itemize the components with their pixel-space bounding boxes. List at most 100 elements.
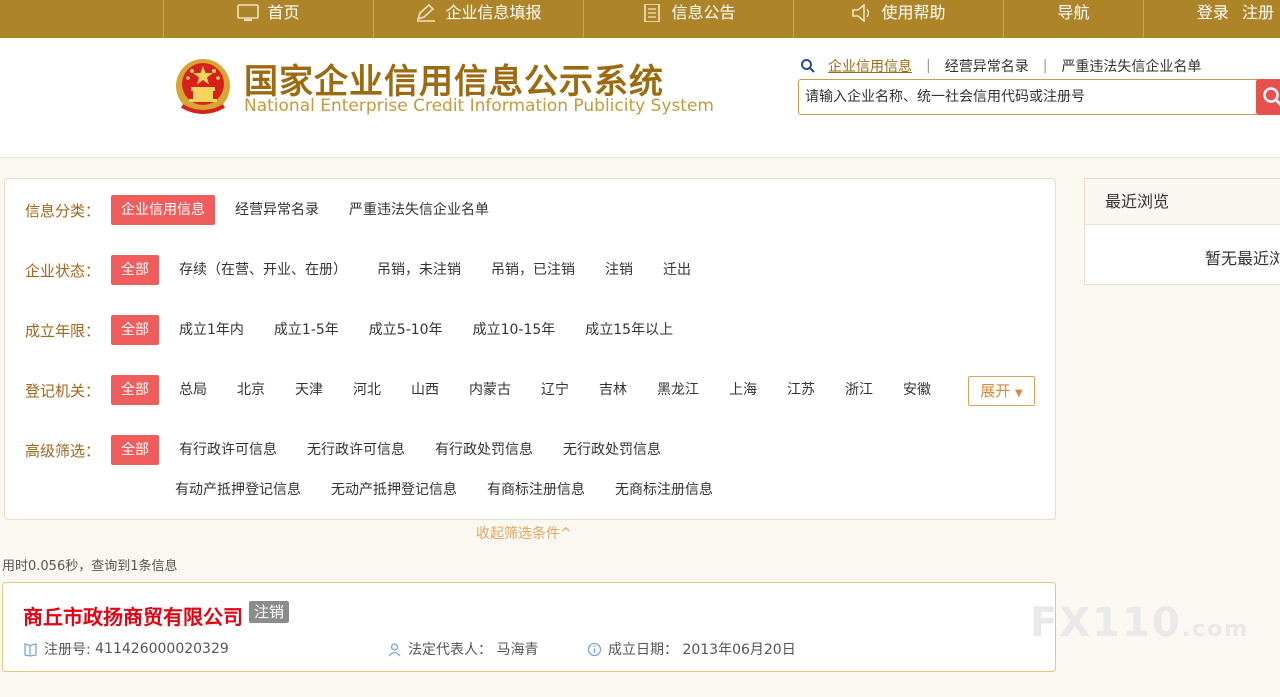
- filter-option[interactable]: 成立1年内: [169, 315, 254, 345]
- nav-announcements[interactable]: 信息公告: [583, 0, 793, 38]
- filter-option[interactable]: 严重违法失信企业名单: [339, 195, 499, 225]
- nav-help[interactable]: 使用帮助: [793, 0, 1003, 38]
- filter-option[interactable]: 成立1-5年: [264, 315, 349, 345]
- nav-navigation[interactable]: 导航: [1003, 0, 1143, 38]
- filter-row-status: 企业状态： 全部 存续（在营、开业、在册） 吊销，未注销 吊销，已注销 注销 迁…: [25, 255, 711, 285]
- watermark-suffix: .com: [1181, 617, 1250, 642]
- filter-option[interactable]: 吊销，未注销: [367, 255, 471, 285]
- nav-enterprise-report[interactable]: 企业信息填报: [373, 0, 583, 38]
- filter-option[interactable]: 无商标注册信息: [605, 475, 723, 505]
- recent-views-empty: 暂无最近浏: [1205, 249, 1280, 268]
- legal-rep-field: 法定代表人： 马海青: [387, 639, 538, 659]
- filter-row-advanced: 高级筛选： 全部 有行政许可信息 无行政许可信息 有行政处罚信息 无行政处罚信息: [25, 435, 681, 465]
- filter-option[interactable]: 经营异常名录: [225, 195, 329, 225]
- nav-navigation-label: 导航: [1057, 3, 1090, 22]
- filter-option[interactable]: 上海: [719, 375, 767, 405]
- filter-option[interactable]: 天津: [285, 375, 333, 405]
- filter-option[interactable]: 企业信用信息: [111, 195, 215, 225]
- edit-icon: [417, 4, 436, 22]
- filter-option[interactable]: 全部: [111, 255, 159, 285]
- search-icon: [1263, 87, 1280, 106]
- filter-option[interactable]: 无行政处罚信息: [553, 435, 671, 465]
- result-card[interactable]: 商丘市政扬商贸有限公司 注销 注册号: 411426000020329 法定代表…: [2, 582, 1056, 672]
- search-tab-abnormal[interactable]: 经营异常名录: [945, 56, 1029, 76]
- recent-views-panel: 最近浏览 暂无最近浏: [1084, 178, 1280, 285]
- filter-option[interactable]: 无行政许可信息: [297, 435, 415, 465]
- filter-option[interactable]: 内蒙古: [459, 375, 521, 405]
- filter-option[interactable]: 黑龙江: [647, 375, 709, 405]
- filter-row-years: 成立年限： 全部 成立1年内 成立1-5年 成立5-10年 成立10-15年 成…: [25, 315, 693, 345]
- nav-help-label: 使用帮助: [881, 3, 946, 22]
- nav-enterprise-report-label: 企业信息填报: [445, 3, 542, 22]
- filter-label-authority: 登记机关：: [25, 381, 101, 400]
- site-title-en: National Enterprise Credit Information P…: [244, 96, 714, 116]
- filter-option[interactable]: 迁出: [653, 255, 701, 285]
- book-icon: [24, 642, 37, 657]
- info-icon: [587, 642, 602, 656]
- legal-rep-value: 马海青: [496, 642, 539, 658]
- nav-home[interactable]: 首页: [163, 0, 373, 38]
- expand-label: 展开: [980, 382, 1011, 400]
- reg-no-field: 注册号: 411426000020329: [23, 639, 229, 659]
- filter-option[interactable]: 吊销，已注销: [481, 255, 585, 285]
- status-badge: 注销: [249, 601, 290, 623]
- filter-option[interactable]: 有行政许可信息: [169, 435, 287, 465]
- filter-row-authority: 登记机关： 全部 总局 北京 天津 河北 山西 内蒙古 辽宁 吉林 黑龙江 上海…: [25, 375, 951, 405]
- top-nav-bar: 首页 企业信息填报 信息公告 使用帮助 导航 登录 注册: [0, 0, 1280, 38]
- filter-option[interactable]: 有行政处罚信息: [425, 435, 543, 465]
- filter-option[interactable]: 浙江: [835, 375, 883, 405]
- legal-rep-label: 法定代表人：: [408, 642, 492, 658]
- filter-option[interactable]: 成立10-15年: [463, 315, 566, 345]
- filter-option[interactable]: 成立5-10年: [359, 315, 453, 345]
- filter-option[interactable]: 总局: [169, 375, 217, 405]
- search-box: [798, 79, 1260, 115]
- search-icon: [801, 59, 815, 73]
- watermark-logo: FX110.com: [1030, 600, 1249, 646]
- est-date-value: 2013年06月20日: [682, 642, 796, 658]
- filter-panel: 信息分类： 企业信用信息 经营异常名录 严重违法失信企业名单 企业状态： 全部 …: [4, 178, 1056, 520]
- site-header: 国家企业信用信息公示系统 National Enterprise Credit …: [0, 38, 1280, 158]
- filter-option[interactable]: 存续（在营、开业、在册）: [169, 255, 357, 285]
- national-emblem-icon: [176, 59, 230, 114]
- filter-option[interactable]: 全部: [111, 435, 159, 465]
- est-date-field: 成立日期： 2013年06月20日: [587, 639, 796, 659]
- nav-home-label: 首页: [267, 3, 300, 22]
- filter-option[interactable]: 安徽: [893, 375, 941, 405]
- filter-option[interactable]: 全部: [111, 375, 159, 405]
- collapse-filters-link[interactable]: 收起筛选条件^: [476, 523, 572, 543]
- person-icon: [388, 642, 401, 656]
- filter-option[interactable]: 有动产抵押登记信息: [165, 475, 311, 505]
- speaker-icon: [852, 4, 870, 22]
- watermark-main: FX110: [1030, 600, 1182, 646]
- tab-separator: |: [1042, 58, 1048, 74]
- result-summary: 用时0.056秒，查询到1条信息: [2, 559, 178, 574]
- filter-label-years: 成立年限：: [25, 321, 101, 340]
- document-icon: [644, 4, 661, 22]
- company-name-link[interactable]: 商丘市政扬商贸有限公司: [23, 601, 243, 630]
- filter-option[interactable]: 北京: [227, 375, 275, 405]
- login-link[interactable]: 登录: [1197, 3, 1229, 22]
- filter-option[interactable]: 注销: [595, 255, 643, 285]
- filter-option[interactable]: 成立15年以上: [575, 315, 683, 345]
- filter-row-advanced-2: 有动产抵押登记信息 无动产抵押登记信息 有商标注册信息 无商标注册信息: [165, 475, 733, 505]
- nav-divider: [1143, 0, 1144, 38]
- filter-option[interactable]: 江苏: [777, 375, 825, 405]
- search-tabs: 企业信用信息 | 经营异常名录 | 严重违法失信企业名单: [800, 56, 1205, 76]
- expand-button[interactable]: 展开 ▼: [968, 376, 1035, 406]
- search-button[interactable]: [1256, 79, 1280, 115]
- register-link[interactable]: 注册: [1242, 3, 1274, 22]
- filter-option[interactable]: 辽宁: [531, 375, 579, 405]
- filter-option[interactable]: 河北: [343, 375, 391, 405]
- filter-label-status: 企业状态：: [25, 261, 101, 280]
- filter-option[interactable]: 全部: [111, 315, 159, 345]
- monitor-icon: [237, 4, 260, 21]
- filter-option[interactable]: 有商标注册信息: [477, 475, 595, 505]
- filter-option[interactable]: 吉林: [589, 375, 637, 405]
- search-tab-credit[interactable]: 企业信用信息: [828, 56, 912, 76]
- filter-option[interactable]: 山西: [401, 375, 449, 405]
- search-tab-blacklist[interactable]: 严重违法失信企业名单: [1061, 56, 1201, 76]
- filter-row-category: 信息分类： 企业信用信息 经营异常名录 严重违法失信企业名单: [25, 195, 509, 225]
- tab-separator: |: [926, 58, 931, 74]
- search-input[interactable]: [799, 80, 1239, 114]
- filter-option[interactable]: 无动产抵押登记信息: [321, 475, 467, 505]
